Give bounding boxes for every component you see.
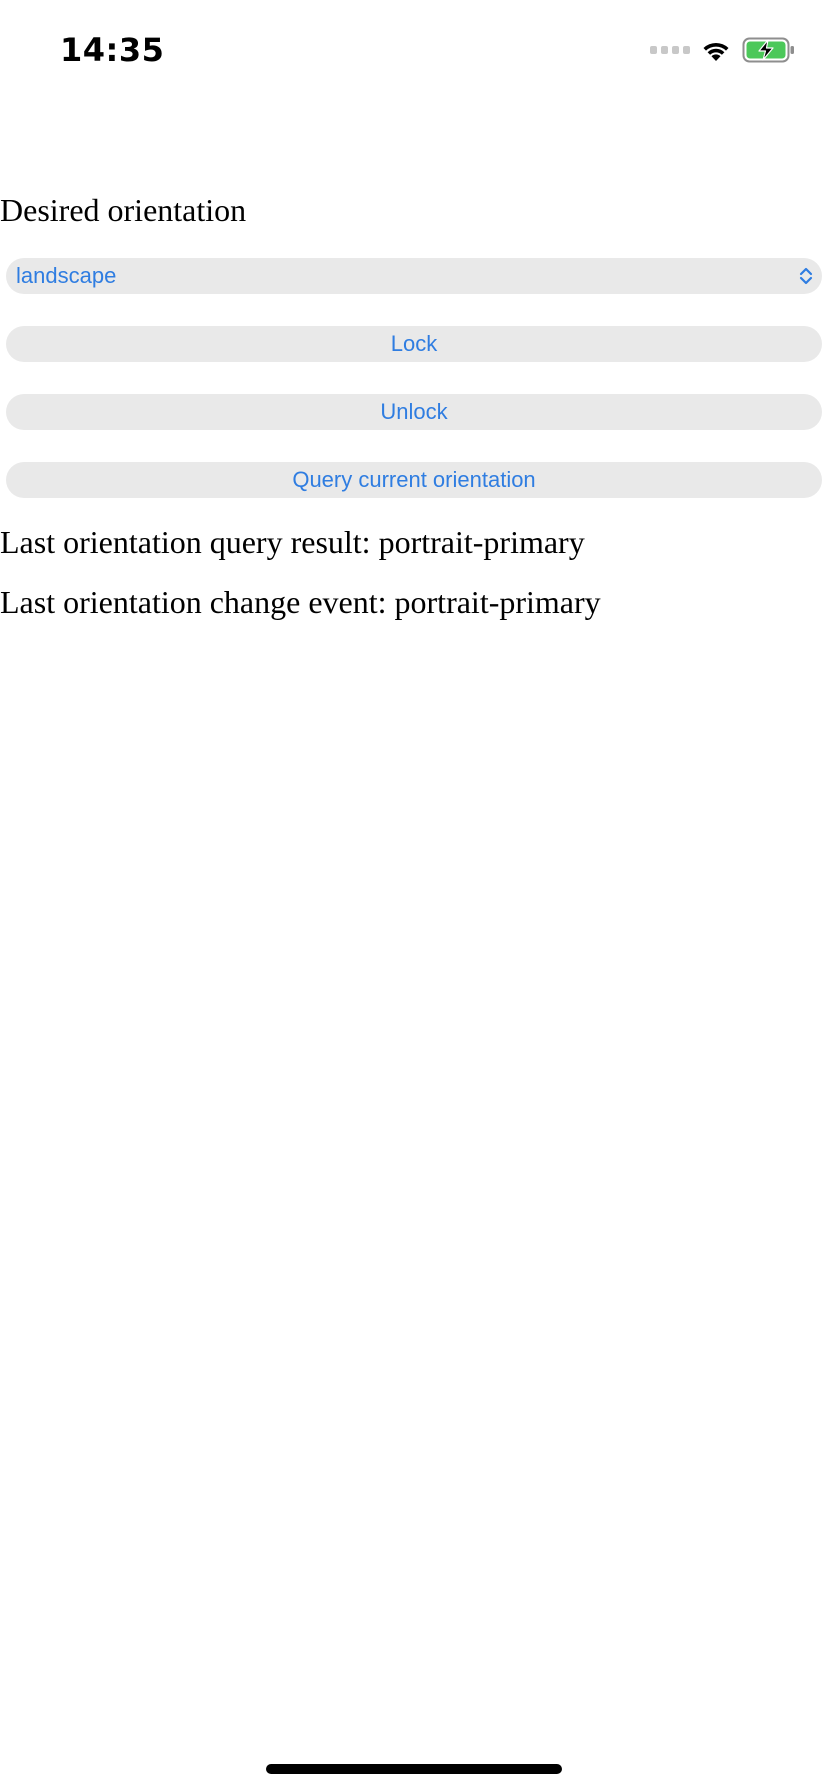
- lock-button[interactable]: Lock: [6, 326, 822, 362]
- status-icons: [650, 34, 796, 66]
- home-indicator[interactable]: [266, 1764, 562, 1774]
- orientation-select-value: landscape: [16, 263, 117, 288]
- battery-charging-icon: [742, 37, 794, 63]
- unlock-button[interactable]: Unlock: [6, 394, 822, 430]
- wifi-icon: [703, 42, 729, 61]
- status-bar: 14:35: [0, 0, 828, 100]
- last-query-result: Last orientation query result: portrait-…: [0, 524, 585, 560]
- desired-orientation-label: Desired orientation: [0, 192, 247, 228]
- orientation-select[interactable]: landscape: [6, 258, 822, 294]
- status-time: 14:35: [60, 31, 165, 69]
- cellular-signal-icon: [650, 34, 690, 66]
- last-change-event: Last orientation change event: portrait-…: [0, 584, 601, 620]
- chevron-up-down-icon: [799, 267, 813, 285]
- query-orientation-button[interactable]: Query current orientation: [6, 462, 822, 498]
